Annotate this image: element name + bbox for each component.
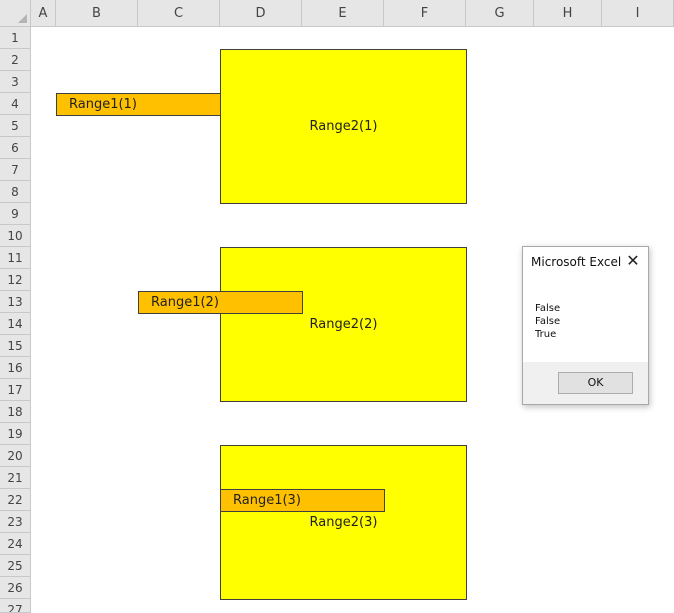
row-header-5[interactable]: 5 <box>0 115 31 137</box>
message-line-2: False <box>535 316 561 327</box>
range1-3-shape[interactable]: Range1(3) <box>220 489 385 512</box>
row-header-23[interactable]: 23 <box>0 511 31 533</box>
range2-1-shape[interactable]: Range2(1) <box>220 49 467 204</box>
row-header-20[interactable]: 20 <box>0 445 31 467</box>
row-header-19[interactable]: 19 <box>0 423 31 445</box>
message-box: Microsoft Excel ✕ False False True OK <box>522 246 649 405</box>
row-header-21[interactable]: 21 <box>0 467 31 489</box>
row-header-17[interactable]: 17 <box>0 379 31 401</box>
row-header-10[interactable]: 10 <box>0 225 31 247</box>
column-header-b[interactable]: B <box>56 0 138 27</box>
range1-2-shape[interactable]: Range1(2) <box>138 291 303 314</box>
row-header-13[interactable]: 13 <box>0 291 31 313</box>
range2-2-shape[interactable]: Range2(2) <box>220 247 467 402</box>
dialog-title: Microsoft Excel <box>531 255 622 269</box>
message-line-3: True <box>535 329 557 340</box>
column-header-d[interactable]: D <box>220 0 302 27</box>
message-line-1: False <box>535 303 561 314</box>
row-header-16[interactable]: 16 <box>0 357 31 379</box>
row-header-26[interactable]: 26 <box>0 577 31 599</box>
column-header-f[interactable]: F <box>384 0 466 27</box>
row-header-3[interactable]: 3 <box>0 71 31 93</box>
dialog-message: False False True <box>535 302 560 341</box>
range1-1-shape[interactable]: Range1(1) <box>56 93 221 116</box>
row-header-14[interactable]: 14 <box>0 313 31 335</box>
row-header-4[interactable]: 4 <box>0 93 31 115</box>
column-header-g[interactable]: G <box>466 0 534 27</box>
column-header-i[interactable]: I <box>602 0 674 27</box>
row-header-7[interactable]: 7 <box>0 159 31 181</box>
column-header-c[interactable]: C <box>138 0 220 27</box>
column-header-a[interactable]: A <box>31 0 56 27</box>
row-header-24[interactable]: 24 <box>0 533 31 555</box>
row-header-9[interactable]: 9 <box>0 203 31 225</box>
row-header-25[interactable]: 25 <box>0 555 31 577</box>
range2-3-shape[interactable]: Range2(3) <box>220 445 467 600</box>
row-header-6[interactable]: 6 <box>0 137 31 159</box>
select-all-triangle-icon <box>18 14 27 23</box>
row-header-1[interactable]: 1 <box>0 27 31 49</box>
close-icon[interactable]: ✕ <box>624 252 642 270</box>
column-header-e[interactable]: E <box>302 0 384 27</box>
row-header-15[interactable]: 15 <box>0 335 31 357</box>
dialog-footer: OK <box>523 362 648 404</box>
row-header-8[interactable]: 8 <box>0 181 31 203</box>
row-header-27[interactable]: 27 <box>0 599 31 613</box>
row-header-12[interactable]: 12 <box>0 269 31 291</box>
column-header-h[interactable]: H <box>534 0 602 27</box>
row-header-11[interactable]: 11 <box>0 247 31 269</box>
ok-button[interactable]: OK <box>558 372 633 394</box>
row-header-2[interactable]: 2 <box>0 49 31 71</box>
row-header-22[interactable]: 22 <box>0 489 31 511</box>
select-all-corner[interactable] <box>0 0 31 27</box>
row-header-18[interactable]: 18 <box>0 401 31 423</box>
